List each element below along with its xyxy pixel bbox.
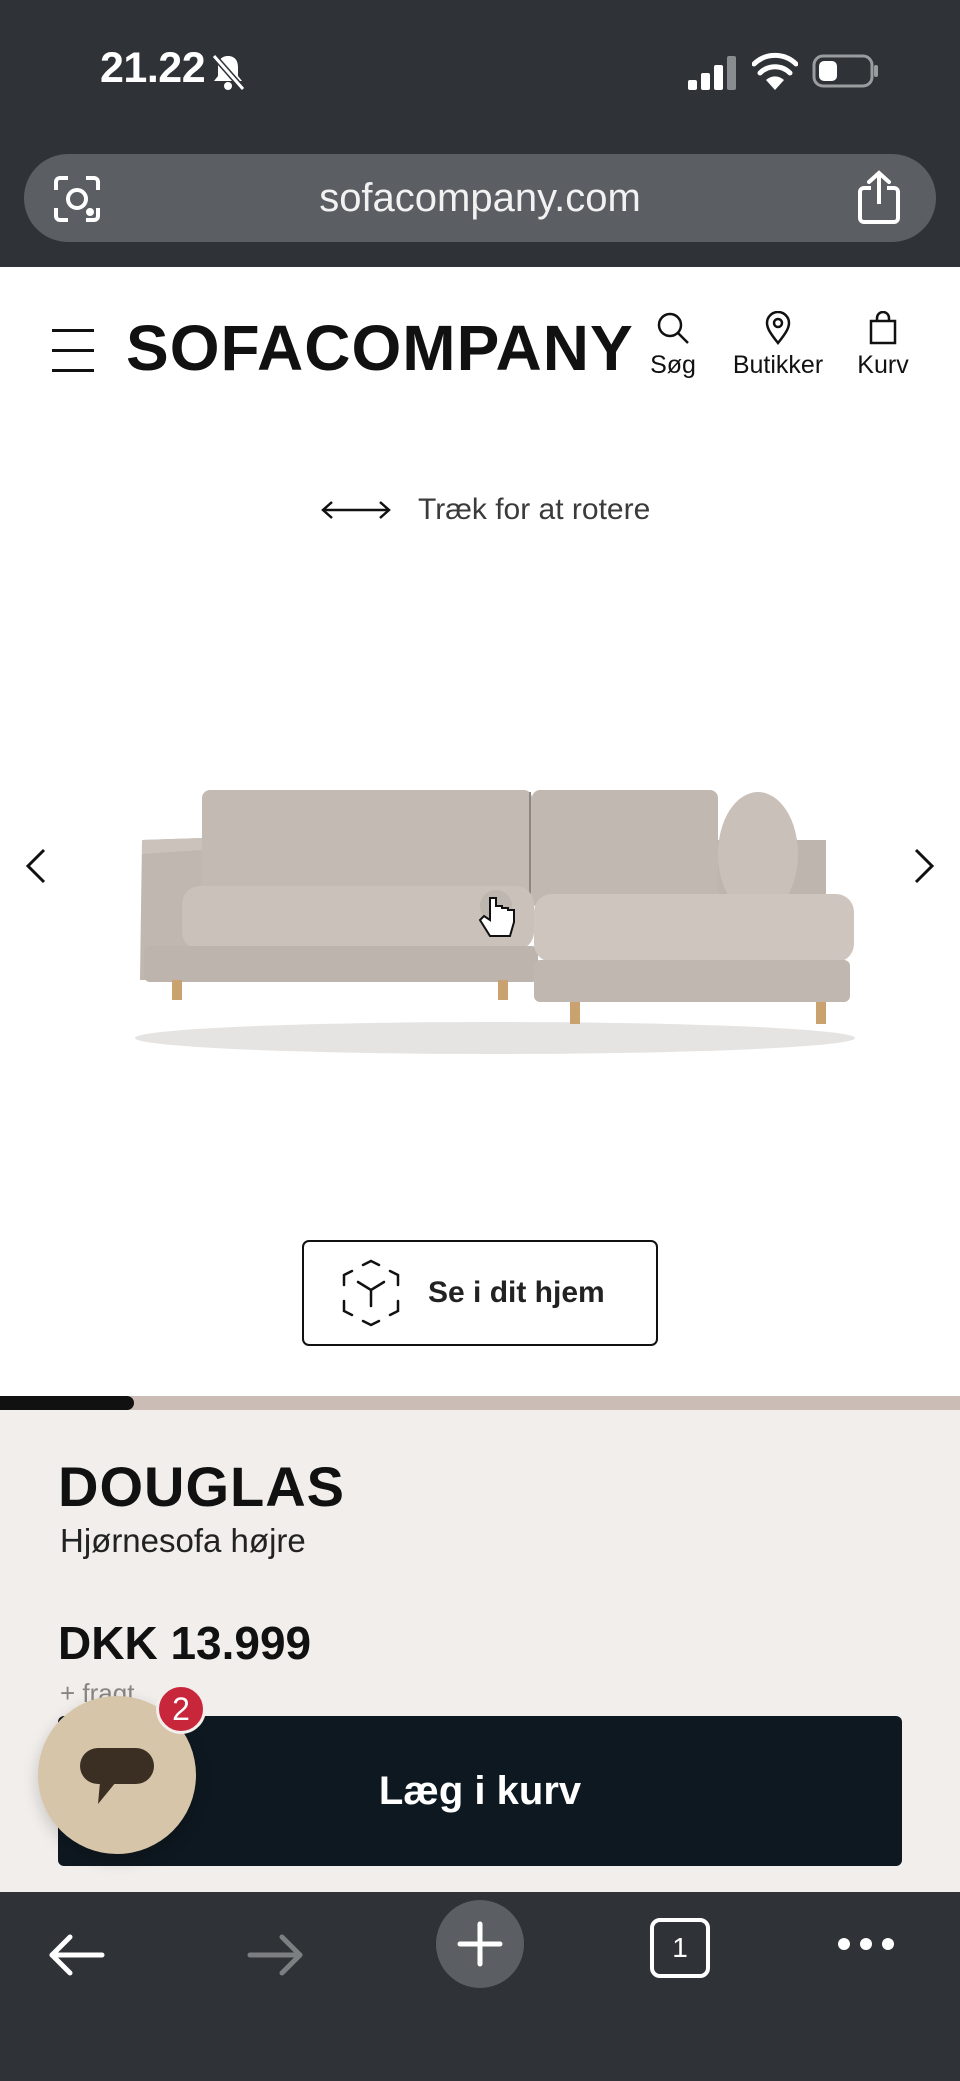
nav-cart-button[interactable]: Kurv [852,311,914,380]
drag-hand-icon [478,890,515,937]
more-icon[interactable] [836,1934,896,1954]
browser-top-chrome: 21.22 sofacompany.com [0,0,960,267]
rotate-hint-text: Træk for at rotere [418,493,651,526]
view-in-home-button[interactable]: Se i dit hjem [302,1240,658,1346]
tabs-icon[interactable]: 1 [650,1918,710,1978]
rotate-hint: Træk for at rotere [320,490,650,530]
next-image-arrow[interactable] [908,846,938,886]
nav-stores-button[interactable]: Butikker [726,311,830,380]
chat-icon [80,1748,154,1804]
nav-search-button[interactable]: Søg [646,311,700,380]
battery-icon [812,54,878,88]
location-pin-icon [765,311,791,345]
product-name: DOUGLAS [58,1455,345,1518]
product-subtitle: Hjørnesofa højre [60,1522,306,1559]
image-progress-fill [0,1396,135,1410]
previous-image-arrow[interactable] [22,846,52,886]
address-bar[interactable]: sofacompany.com [24,154,936,242]
url-text: sofacompany.com [319,176,641,220]
site-header: SOFACOMPANY Søg Butikker Kurv [0,267,960,427]
nav-search-label: Søg [650,351,696,379]
view-in-home-label: Se i dit hjem [428,1276,605,1309]
nav-stores-label: Butikker [732,351,824,379]
new-tab-button[interactable] [436,1900,524,1988]
back-arrow-icon[interactable] [46,1930,106,1980]
menu-icon[interactable] [52,329,94,373]
add-to-cart-label: Læg i kurv [378,1768,582,1813]
wifi-icon [752,52,798,90]
ar-cube-icon [342,1259,400,1327]
rotate-arrows-icon [321,501,391,519]
status-time: 21.22 [100,44,206,92]
share-icon[interactable] [856,170,902,224]
site-logo[interactable]: SOFACOMPANY [126,311,634,385]
new-tab-plus-icon [457,1921,503,1967]
shopping-bag-icon [869,311,897,345]
search-icon [657,312,689,344]
cellular-signal-icon [688,56,736,90]
chat-unread-badge: 2 [156,1684,206,1734]
image-progress-track [0,1396,960,1410]
browser-bottom-toolbar: 1 [0,1892,960,2081]
nav-cart-label: Kurv [857,351,909,379]
product-3d-viewer[interactable] [110,770,880,1070]
bell-slash-icon [211,54,246,91]
product-price: DKK 13.999 [58,1617,312,1669]
forward-arrow-icon[interactable] [246,1930,306,1980]
